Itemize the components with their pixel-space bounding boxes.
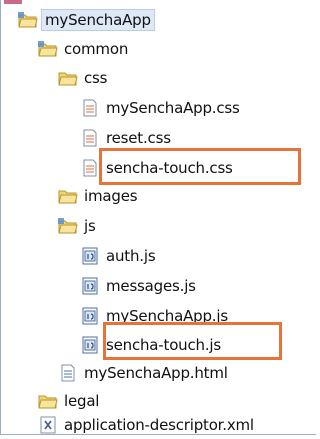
tree-node-file[interactable]: mySenchaApp.css xyxy=(80,94,240,122)
package-folder-icon xyxy=(38,41,58,57)
tree-node-label: application-descriptor.xml xyxy=(64,416,254,434)
js-file-icon xyxy=(82,247,98,265)
js-file-icon xyxy=(82,336,98,354)
package-folder-icon xyxy=(58,218,78,234)
tree-node-label: messages.js xyxy=(106,277,196,295)
tree-node-file[interactable]: messages.js xyxy=(80,272,196,300)
css-file-icon xyxy=(83,99,97,117)
tree-node-root[interactable]: mySenchaApp xyxy=(18,6,155,34)
tree-node-file[interactable]: sencha-touch.js xyxy=(80,331,221,359)
tree-node-label: js xyxy=(84,217,96,235)
tree-node-js[interactable]: js xyxy=(58,212,96,240)
tree-node-label: css xyxy=(84,69,108,87)
tree-node-file[interactable]: mySenchaApp.html xyxy=(58,359,228,387)
folder-icon xyxy=(58,190,78,204)
tree-top-marker xyxy=(4,0,22,4)
folder-icon xyxy=(38,395,58,409)
tree-node-file[interactable]: sencha-touch.css xyxy=(80,154,233,182)
tree-node-label: sencha-touch.js xyxy=(106,336,221,354)
tree-node-label: mySenchaApp xyxy=(41,9,155,31)
tree-node-common[interactable]: common xyxy=(38,35,128,63)
tree-node-label: legal xyxy=(64,392,100,410)
tree-node-label: mySenchaApp.html xyxy=(84,364,228,382)
tree-node-label: sencha-touch.css xyxy=(106,159,233,177)
tree-node-label: mySenchaApp.css xyxy=(106,99,240,117)
tree-node-label: mySenchaApp.js xyxy=(106,307,228,325)
tree-node-file[interactable]: auth.js xyxy=(80,242,156,270)
tree-node-label: images xyxy=(84,187,138,205)
tree-node-label: reset.css xyxy=(106,129,171,147)
tree-node-file[interactable]: mySenchaApp.js xyxy=(80,302,228,330)
xml-file-icon xyxy=(40,416,56,434)
tree-node-file[interactable]: application-descriptor.xml xyxy=(38,411,254,439)
css-file-icon xyxy=(83,159,97,177)
project-folder-icon xyxy=(18,12,38,28)
css-file-icon xyxy=(83,129,97,147)
html-file-icon xyxy=(61,364,75,382)
tree-node-label: common xyxy=(64,40,129,58)
folder-icon xyxy=(58,72,78,86)
tree-node-file[interactable]: reset.css xyxy=(80,124,171,152)
js-file-icon xyxy=(82,277,98,295)
tree-node-images[interactable]: images xyxy=(58,182,138,210)
js-file-icon xyxy=(82,307,98,325)
tree-node-label: auth.js xyxy=(106,247,156,265)
tree-node-css[interactable]: css xyxy=(58,64,107,92)
